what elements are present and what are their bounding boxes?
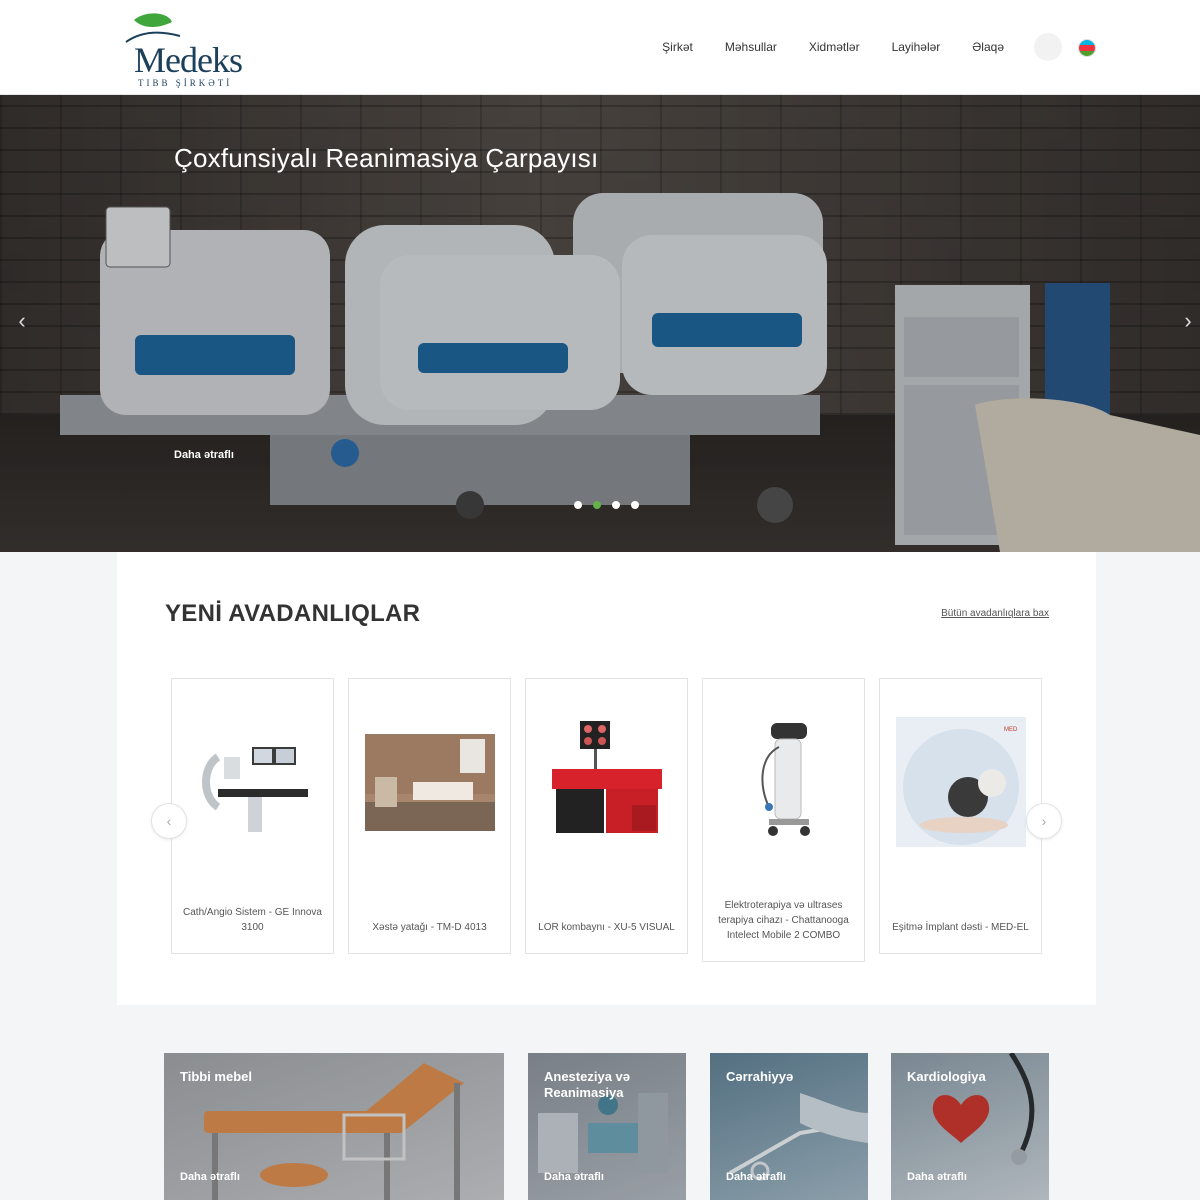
hero-more-link[interactable]: Daha ətraflı xyxy=(174,449,234,461)
nav-item-contact[interactable]: Əlaqə xyxy=(956,36,1020,58)
product-card[interactable]: Xəstə yatağı - TM-D 4013 xyxy=(348,678,511,954)
category-more-link[interactable]: Daha ətraflı xyxy=(180,1171,240,1183)
language-flag-icon[interactable] xyxy=(1079,40,1095,56)
nav-item-company[interactable]: Şirkət xyxy=(646,36,709,58)
product-card[interactable]: MED Eşitmə İmplant dəsti - MED-EL xyxy=(879,678,1042,954)
hero-slider: Çoxfunsiyalı Reanimasiya Çarpayısı Daha … xyxy=(0,95,1200,552)
category-title: Cərrahiyyə xyxy=(726,1069,794,1084)
product-image xyxy=(719,717,849,847)
hero-prev-arrow-icon[interactable]: ‹ xyxy=(12,309,32,333)
product-image xyxy=(365,717,495,847)
product-title: Cath/Angio Sistem - GE Innova 3100 xyxy=(183,907,322,933)
slider-dot[interactable] xyxy=(574,501,582,509)
main-nav: Şirkət Məhsullar Xidmətlər Layihələr Əla… xyxy=(646,36,1020,58)
slider-dots xyxy=(574,501,639,509)
category-more-link[interactable]: Daha ətraflı xyxy=(544,1171,604,1183)
carousel-prev-icon[interactable]: ‹ xyxy=(151,803,187,839)
category-card-furniture[interactable]: Tibbi mebel Daha ətraflı xyxy=(164,1053,504,1200)
category-more-link[interactable]: Daha ətraflı xyxy=(726,1171,786,1183)
logo-wordmark: Medeks xyxy=(134,40,243,80)
category-title: Tibbi mebel xyxy=(180,1069,252,1084)
logo-tagline: TIBB ŞİRKƏTİ xyxy=(138,78,233,88)
hero-title: Çoxfunsiyalı Reanimasiya Çarpayısı xyxy=(174,143,599,173)
slider-dot[interactable] xyxy=(612,501,620,509)
new-equipment-section: YENİ AVADANLIQLAR Bütün avadanlıqlara ba… xyxy=(117,552,1096,1005)
product-image xyxy=(188,717,318,847)
nav-item-services[interactable]: Xidmətlər xyxy=(793,36,876,58)
product-card[interactable]: LOR kombaynı - XU-5 VISUAL xyxy=(525,678,688,954)
search-toggle-button[interactable] xyxy=(1034,33,1062,61)
category-title: Kardiologiya xyxy=(907,1069,986,1084)
slider-dot[interactable] xyxy=(593,501,601,509)
category-card-cardiology[interactable]: Kardiologiya Daha ətraflı xyxy=(891,1053,1049,1200)
nav-item-projects[interactable]: Layihələr xyxy=(876,36,957,58)
product-title: Elektroterapiya və ultrases terapiya cih… xyxy=(718,900,849,941)
category-card-anesthesia[interactable]: Anesteziya və Reanimasiya Daha ətraflı xyxy=(528,1053,686,1200)
svg-text:MED: MED xyxy=(1004,727,1018,733)
see-all-link[interactable]: Bütün avadanlıqlara bax xyxy=(941,608,1049,619)
nav-item-products[interactable]: Məhsullar xyxy=(709,36,793,58)
logo[interactable]: Medeks TIBB ŞİRKƏTİ xyxy=(120,12,243,88)
category-card-surgery[interactable]: Cərrahiyyə Daha ətraflı xyxy=(710,1053,868,1200)
slider-dot[interactable] xyxy=(631,501,639,509)
product-card[interactable]: Elektroterapiya və ultrases terapiya cih… xyxy=(702,678,865,962)
category-more-link[interactable]: Daha ətraflı xyxy=(907,1171,967,1183)
product-title: LOR kombaynı - XU-5 VISUAL xyxy=(538,922,675,933)
product-card[interactable]: Cath/Angio Sistem - GE Innova 3100 xyxy=(171,678,334,954)
product-image: MED xyxy=(896,717,1026,847)
category-title: Anesteziya və Reanimasiya xyxy=(544,1069,630,1100)
hero-next-arrow-icon[interactable]: › xyxy=(1178,309,1198,333)
section-title: YENİ AVADANLIQLAR xyxy=(165,600,421,627)
product-image xyxy=(542,717,672,847)
product-title: Xəstə yatağı - TM-D 4013 xyxy=(372,922,487,933)
product-title: Eşitmə İmplant dəsti - MED-EL xyxy=(892,922,1029,933)
carousel-next-icon[interactable]: › xyxy=(1026,803,1062,839)
site-header: Medeks TIBB ŞİRKƏTİ Şirkət Məhsullar Xid… xyxy=(0,0,1200,95)
